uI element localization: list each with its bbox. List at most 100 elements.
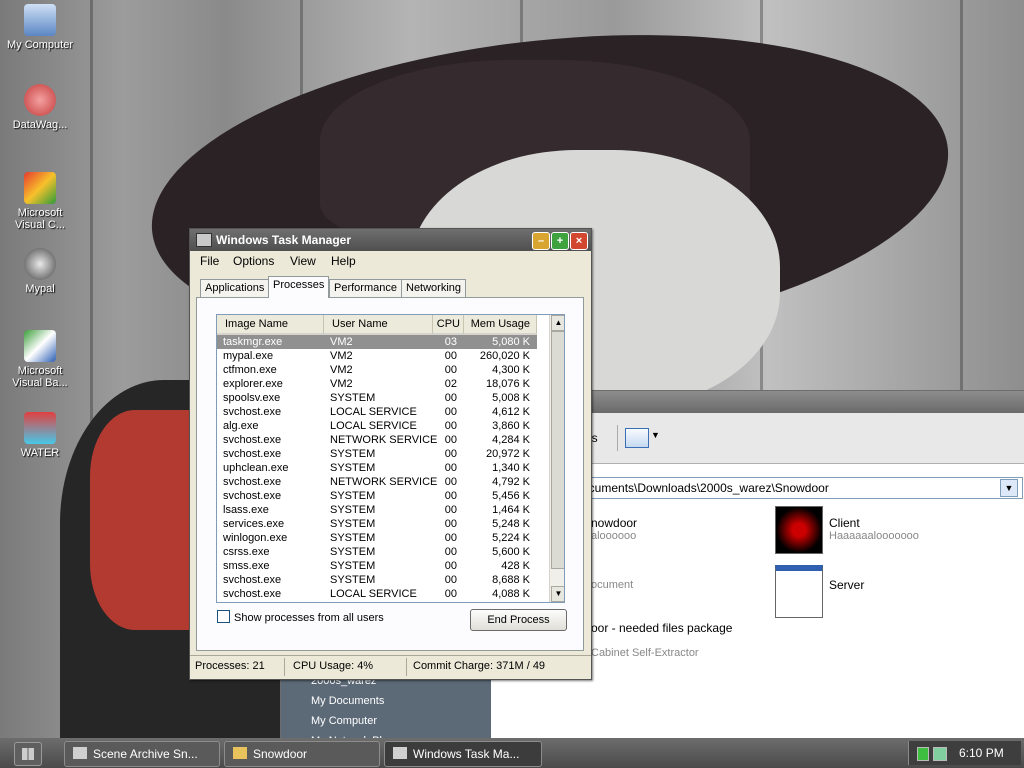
show-all-users-checkbox[interactable]: Show processes from all users xyxy=(217,610,384,624)
process-list-scrollbar[interactable]: ▲ ▼ xyxy=(549,315,564,602)
end-process-button[interactable]: End Process xyxy=(470,609,567,631)
menu-options[interactable]: Options xyxy=(233,254,274,268)
scroll-up-icon[interactable]: ▲ xyxy=(551,315,564,331)
server-window-icon[interactable] xyxy=(775,565,823,618)
address-dropdown-icon[interactable]: ▼ xyxy=(1000,479,1018,497)
table-row[interactable]: svchost.exe NETWORK SERVICE 00 4,284 K xyxy=(217,433,537,447)
task-manager-titlebar[interactable]: Windows Task Manager – + × xyxy=(190,229,591,251)
row-image-name: explorer.exe xyxy=(223,378,283,390)
table-row[interactable]: explorer.exe VM2 02 18,076 K xyxy=(217,377,537,391)
desktop-icon-mypal[interactable]: Mypal xyxy=(2,248,78,295)
desktop-icon-visual-basic[interactable]: Microsoft Visual Ba... xyxy=(2,330,78,389)
row-mem-usage: 428 K xyxy=(501,560,530,572)
tray-cpu-meter-icon[interactable] xyxy=(917,747,929,761)
scroll-thumb[interactable] xyxy=(551,331,564,569)
file-item-server[interactable]: Server xyxy=(829,578,864,592)
desktop-icon-my-computer[interactable]: My Computer xyxy=(2,4,78,51)
views-icon[interactable] xyxy=(625,428,649,448)
menu-help[interactable]: Help xyxy=(331,254,356,268)
row-mem-usage: 3,860 K xyxy=(492,420,530,432)
desktop-icon-visual-c[interactable]: Microsoft Visual C... xyxy=(2,172,78,231)
column-header-mem-usage[interactable]: Mem Usage xyxy=(464,315,537,335)
taskbar-button-snowdoor[interactable]: Snowdoor xyxy=(224,741,380,767)
file-name: Client xyxy=(829,516,860,530)
taskbar-button-task-manager[interactable]: Windows Task Ma... xyxy=(384,741,542,767)
file-item-snowdoor[interactable]: nowdoor aloooooo xyxy=(591,516,637,542)
taskbar-button-scene-archive[interactable]: Scene Archive Sn... xyxy=(64,741,220,767)
row-image-name: uphclean.exe xyxy=(223,462,289,474)
row-image-name: csrss.exe xyxy=(223,546,270,558)
client-thumbnail-icon[interactable] xyxy=(775,506,823,554)
table-row[interactable]: svchost.exe LOCAL SERVICE 00 4,612 K xyxy=(217,405,537,419)
table-row[interactable]: spoolsv.exe SYSTEM 00 5,008 K xyxy=(217,391,537,405)
row-user-name: SYSTEM xyxy=(330,490,376,502)
tray-network-icon[interactable] xyxy=(933,747,947,761)
row-mem-usage: 5,248 K xyxy=(492,518,530,530)
column-header-cpu[interactable]: CPU xyxy=(433,315,464,335)
column-header-image-name[interactable]: Image Name xyxy=(217,315,324,335)
status-commit-charge: Commit Charge: 371M / 49 xyxy=(413,660,546,672)
close-button[interactable]: × xyxy=(570,232,588,250)
table-row[interactable]: uphclean.exe SYSTEM 00 1,340 K xyxy=(217,461,537,475)
row-mem-usage: 4,088 K xyxy=(492,588,530,600)
file-subtitle: Haaaaaalooooooo xyxy=(829,530,919,542)
file-subtitle: ocument xyxy=(591,579,634,591)
address-input[interactable]: ocuments\Downloads\2000s_warez\Snowdoor xyxy=(582,481,829,495)
row-image-name: services.exe xyxy=(223,518,285,530)
row-user-name: LOCAL SERVICE xyxy=(330,406,417,418)
file-name: Server xyxy=(829,578,865,592)
taskbar-button-label: Windows Task Ma... xyxy=(413,747,520,761)
menu-view[interactable]: View xyxy=(290,254,316,268)
table-row[interactable]: lsass.exe SYSTEM 00 1,464 K xyxy=(217,503,537,517)
row-mem-usage: 5,456 K xyxy=(492,490,530,502)
start-button[interactable] xyxy=(14,742,42,766)
row-image-name: taskmgr.exe xyxy=(223,336,283,348)
row-user-name: SYSTEM xyxy=(330,546,376,558)
chevron-down-icon[interactable]: ▼ xyxy=(651,430,660,440)
tab-performance[interactable]: Performance xyxy=(329,279,402,298)
desktop-icon-datawag[interactable]: DataWag... xyxy=(2,84,78,131)
row-cpu: 00 xyxy=(444,518,457,530)
table-row[interactable]: csrss.exe SYSTEM 00 5,600 K xyxy=(217,545,537,559)
table-row[interactable]: alg.exe LOCAL SERVICE 00 3,860 K xyxy=(217,419,537,433)
file-item-package[interactable]: oor - needed files package Cabinet Self-… xyxy=(591,621,732,659)
checkbox-box[interactable] xyxy=(217,610,230,623)
table-row[interactable]: svchost.exe SYSTEM 00 8,688 K xyxy=(217,573,537,587)
table-row[interactable]: svchost.exe SYSTEM 00 20,972 K xyxy=(217,447,537,461)
task-manager-window[interactable]: Windows Task Manager – + × File Options … xyxy=(189,228,592,680)
row-user-name: NETWORK SERVICE xyxy=(330,434,438,446)
table-row[interactable]: winlogon.exe SYSTEM 00 5,224 K xyxy=(217,531,537,545)
menu-file[interactable]: File xyxy=(200,254,219,268)
file-item-document[interactable]: ocument xyxy=(591,579,633,591)
table-row[interactable]: taskmgr.exe VM2 03 5,080 K xyxy=(217,335,537,349)
row-image-name: svchost.exe xyxy=(223,406,282,418)
file-name: nowdoor xyxy=(591,516,638,530)
table-row[interactable]: services.exe SYSTEM 00 5,248 K xyxy=(217,517,537,531)
tab-applications[interactable]: Applications xyxy=(200,279,270,298)
mypal-icon xyxy=(24,248,56,280)
row-cpu: 00 xyxy=(444,546,457,558)
scroll-down-icon[interactable]: ▼ xyxy=(551,586,564,602)
column-header-user-name[interactable]: User Name xyxy=(324,315,433,335)
row-cpu: 00 xyxy=(444,476,457,488)
left-pane-item[interactable]: My Computer xyxy=(311,715,377,727)
minimize-button[interactable]: – xyxy=(532,232,550,250)
desktop-icon-water[interactable]: WATER xyxy=(2,412,78,459)
table-row[interactable]: mypal.exe VM2 00 260,020 K xyxy=(217,349,537,363)
row-image-name: svchost.exe xyxy=(223,588,282,600)
table-row[interactable]: svchost.exe SYSTEM 00 5,456 K xyxy=(217,489,537,503)
maximize-button[interactable]: + xyxy=(551,232,569,250)
row-user-name: LOCAL SERVICE xyxy=(330,420,417,432)
tab-processes[interactable]: Processes xyxy=(268,276,330,298)
process-list[interactable]: Image Name User Name CPU Mem Usage taskm… xyxy=(216,314,565,603)
table-row[interactable]: svchost.exe LOCAL SERVICE 00 4,088 K xyxy=(217,587,537,601)
table-row[interactable]: smss.exe SYSTEM 00 428 K xyxy=(217,559,537,573)
my-computer-icon xyxy=(24,4,56,36)
system-tray: 6:10 PM xyxy=(908,741,1021,765)
file-item-client[interactable]: Client Haaaaaalooooooo xyxy=(829,516,919,542)
table-row[interactable]: ctfmon.exe VM2 00 4,300 K xyxy=(217,363,537,377)
clock[interactable]: 6:10 PM xyxy=(959,741,1004,765)
left-pane-item[interactable]: My Documents xyxy=(311,695,384,707)
tab-networking[interactable]: Networking xyxy=(401,279,467,298)
table-row[interactable]: svchost.exe NETWORK SERVICE 00 4,792 K xyxy=(217,475,537,489)
